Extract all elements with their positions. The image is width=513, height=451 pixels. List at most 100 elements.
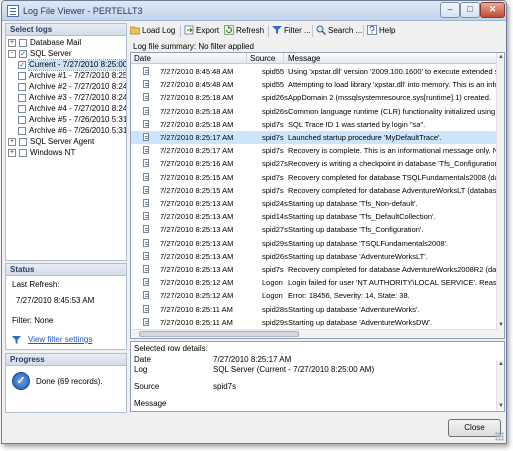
help-button[interactable]: Help xyxy=(367,23,395,39)
tree-item-label: Windows NT xyxy=(30,148,76,157)
collapse-icon[interactable]: - xyxy=(8,50,16,58)
log-entry-icon xyxy=(143,146,149,155)
grid-horizontal-scrollbar[interactable] xyxy=(131,329,498,338)
detail-message-label: Message xyxy=(134,399,167,408)
view-filter-settings-link[interactable]: View filter settings xyxy=(28,335,92,344)
log-row[interactable]: 7/27/2010 8:25:13 AM spid14s Starting up d… xyxy=(131,210,498,223)
column-message[interactable]: Message xyxy=(288,54,320,63)
tree-item[interactable]: Archive #4 - 7/27/2010 8:24 AM xyxy=(18,104,126,115)
log-row[interactable]: 7/27/2010 8:25:13 AM spid27s Starting up d… xyxy=(131,223,498,236)
column-divider[interactable] xyxy=(283,53,284,64)
column-divider[interactable] xyxy=(246,53,247,64)
log-checkbox[interactable]: ✓ xyxy=(18,61,26,69)
export-icon xyxy=(184,25,194,35)
cell-date: 7/27/2010 8:25:11 AM xyxy=(160,304,233,314)
tree-item[interactable]: Archive #6 - 7/26/2010 5:31 PM xyxy=(18,126,126,137)
expand-icon[interactable]: + xyxy=(8,149,16,157)
export-button[interactable]: Export xyxy=(184,23,219,39)
log-grid: Date Source Message 7/27/2010 8:45:48 AM… xyxy=(130,52,505,339)
tree-item[interactable]: Archive #2 - 7/27/2010 8:24 AM xyxy=(18,82,126,93)
resize-grip[interactable] xyxy=(495,432,504,441)
log-row[interactable]: 7/27/2010 8:25:13 AM spid29s Starting up d… xyxy=(131,237,498,250)
expand-icon[interactable]: + xyxy=(8,138,16,146)
log-row[interactable]: 7/27/2010 8:25:17 AM spid7s Recovery is co… xyxy=(131,144,498,157)
log-checkbox[interactable] xyxy=(18,94,26,102)
close-button[interactable]: Close xyxy=(448,419,501,437)
log-checkbox[interactable] xyxy=(18,72,26,80)
title-bar: Log File Viewer - PERTELLT3 – □ ✕ xyxy=(2,1,506,21)
log-checkbox[interactable] xyxy=(19,149,27,157)
tree-item[interactable]: + Database Mail xyxy=(8,38,124,49)
log-row[interactable]: 7/27/2010 8:25:12 AM Logon Error: 18456, S… xyxy=(131,289,498,302)
scroll-thumb[interactable] xyxy=(139,331,299,337)
log-row[interactable]: 7/27/2010 8:25:15 AM spid7s Recovery compl… xyxy=(131,171,498,184)
tree-item[interactable]: + SQL Server Agent xyxy=(8,137,124,148)
tree-item-label: Archive #5 - 7/26/2010 5:31 PM xyxy=(29,115,127,124)
log-checkbox[interactable] xyxy=(19,138,27,146)
log-checkbox[interactable] xyxy=(19,39,27,47)
log-checkbox[interactable] xyxy=(18,83,26,91)
log-row[interactable]: 7/27/2010 8:25:15 AM spid7s Recovery compl… xyxy=(131,184,498,197)
tree-item[interactable]: Archive #5 - 7/26/2010 5:31 PM xyxy=(18,115,127,126)
check-icon: ✓ xyxy=(12,372,30,390)
log-entry-icon xyxy=(143,212,149,221)
log-row[interactable]: 7/27/2010 8:25:18 AM spid26s Common langua… xyxy=(131,105,498,118)
tree-item[interactable]: ✓Current - 7/27/2010 8:25:00 AM xyxy=(18,59,126,71)
log-row[interactable]: 7/27/2010 8:25:13 AM spid26s Starting up d… xyxy=(131,250,498,263)
detail-source-label: Source xyxy=(134,382,160,391)
log-entry-icon xyxy=(143,278,149,287)
progress-pane: ✓ Done (69 records). xyxy=(5,366,127,413)
cell-message: Login failed for user 'NT AUTHORITY\LOCA… xyxy=(288,278,498,288)
cell-date: 7/27/2010 8:25:13 AM xyxy=(160,225,234,235)
cell-message: Using 'xpstar.dll' version '2009.100.160… xyxy=(288,67,498,76)
tree-item-label: Current - 7/27/2010 8:25:00 AM xyxy=(27,59,126,71)
minimize-button[interactable]: – xyxy=(440,2,460,18)
log-row[interactable]: 7/27/2010 8:25:18 AM spid7s SQL Trace ID 1… xyxy=(131,118,498,131)
log-checkbox[interactable] xyxy=(18,116,26,124)
log-entry-icon xyxy=(143,80,149,89)
tree-item[interactable]: - ✓ SQL Server xyxy=(8,49,124,60)
refresh-button[interactable]: Refresh xyxy=(224,23,264,39)
filter-icon xyxy=(12,336,21,344)
log-entry-icon xyxy=(143,67,149,75)
log-row[interactable]: 7/27/2010 8:25:13 AM spid7s Recovery compl… xyxy=(131,263,498,276)
log-row[interactable]: 7/27/2010 8:25:11 AM spid28s Starting up d… xyxy=(131,303,498,316)
scroll-up-arrow-icon[interactable]: ▲ xyxy=(497,360,504,368)
tree-item-label: Archive #1 - 7/27/2010 8:25 AM xyxy=(29,71,127,80)
log-row[interactable]: 7/27/2010 8:25:13 AM spid24s Starting up d… xyxy=(131,197,498,210)
grid-vertical-scrollbar[interactable]: ▲ ▼ xyxy=(496,53,504,338)
filter-button[interactable]: Filter ... xyxy=(272,23,311,39)
log-checkbox[interactable] xyxy=(18,105,26,113)
tree-item[interactable]: Archive #3 - 7/27/2010 8:24 AM xyxy=(18,93,126,104)
filter-status: Filter: None xyxy=(12,316,54,325)
expand-icon[interactable]: + xyxy=(8,39,16,47)
maximize-button[interactable]: □ xyxy=(460,2,480,18)
detail-date-label: Date xyxy=(134,355,151,364)
log-row[interactable]: 7/27/2010 8:25:16 AM spid27s Recovery is w… xyxy=(131,157,498,170)
column-date[interactable]: Date xyxy=(134,54,151,63)
log-row[interactable]: 7/27/2010 8:25:18 AM spid26s AppDomain 2 (… xyxy=(131,91,498,104)
scroll-down-arrow-icon[interactable]: ▼ xyxy=(497,321,504,329)
log-checkbox[interactable]: ✓ xyxy=(19,50,27,58)
window-close-button[interactable]: ✕ xyxy=(480,2,505,18)
log-row[interactable]: 7/27/2010 8:45:48 AM spid55 Using 'xpstar.… xyxy=(131,65,498,78)
tree-item[interactable]: Archive #1 - 7/27/2010 8:25 AM xyxy=(18,71,127,82)
column-source[interactable]: Source xyxy=(250,54,275,63)
log-row[interactable]: 7/27/2010 8:25:12 AM Logon Login failed fo… xyxy=(131,276,498,289)
scroll-down-arrow-icon[interactable]: ▼ xyxy=(497,402,504,410)
log-row[interactable]: 7/27/2010 8:25:11 AM spid29s Starting up d… xyxy=(131,316,498,329)
log-row[interactable]: 7/27/2010 8:45:48 AM spid55 Attempting to … xyxy=(131,78,498,91)
cell-message: Starting up database 'Tfs_DefaultCollect… xyxy=(288,212,436,222)
log-row[interactable]: 7/27/2010 8:25:17 AM spid7s Launched start… xyxy=(131,131,498,144)
toolbar-separator xyxy=(180,25,181,37)
scroll-up-arrow-icon[interactable]: ▲ xyxy=(497,53,504,61)
log-checkbox[interactable] xyxy=(18,127,26,135)
tree-item[interactable]: + Windows NT xyxy=(8,148,124,159)
load-log-button[interactable]: Load Log xyxy=(130,23,175,39)
detail-date-value: 7/27/2010 8:25:17 AM xyxy=(213,355,292,364)
log-entry-icon xyxy=(143,251,149,260)
cell-message: SQL Trace ID 1 was started by login "sa"… xyxy=(288,119,426,129)
details-scrollbar[interactable]: ▲ ▼ xyxy=(496,360,504,410)
search-button[interactable]: Search ... xyxy=(316,23,362,39)
tree-item-label: SQL Server Agent xyxy=(30,137,95,146)
